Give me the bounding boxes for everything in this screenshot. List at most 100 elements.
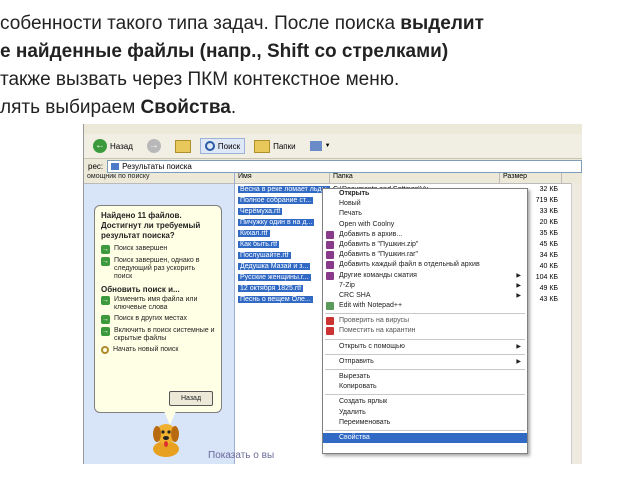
menu-item-icon	[326, 317, 334, 326]
menu-item[interactable]: Свойства	[323, 432, 527, 444]
toolbar: ← Назад → Поиск Папки ▼	[84, 134, 582, 159]
search-dog-icon	[153, 424, 179, 457]
submenu-arrow-icon: ▶	[516, 343, 521, 350]
green-arrow-icon: →	[101, 257, 110, 266]
column-headers: Имя Папка Размер	[235, 173, 582, 184]
column-folder[interactable]: Папка	[330, 173, 500, 183]
menu-item-label: CRC SHA	[339, 291, 371, 299]
menu-item-label: Добавить в "Пушкин.zip"	[339, 240, 419, 248]
menu-item[interactable]: Печать	[323, 209, 527, 219]
file-name: Русские женщины.r...	[238, 274, 311, 281]
option-search-complete-faster[interactable]: → Поиск завершен, однако в следующий раз …	[101, 257, 215, 281]
option-new-search[interactable]: Начать новый поиск	[101, 346, 215, 354]
menu-item[interactable]: Открыть с помощью ▶	[323, 342, 527, 352]
option-search-complete[interactable]: → Поиск завершен	[101, 245, 215, 254]
menu-item[interactable]: Вырезать	[323, 372, 527, 382]
slide-text: собенности такого типа задач. После поис…	[0, 10, 640, 122]
menu-item-label: Edit with Notepad++	[339, 302, 403, 310]
menu-separator	[325, 338, 525, 340]
menu-item-label: Отправить	[339, 357, 374, 365]
menu-item[interactable]: Open with Coolny	[323, 220, 527, 230]
menu-item-label: Свойства	[339, 433, 370, 441]
back-button[interactable]: ← Назад	[88, 136, 138, 156]
menu-item[interactable]: Удалить	[323, 408, 527, 418]
menu-item[interactable]: Добавить в "Пушкин.zip"	[323, 240, 527, 250]
up-folder-button[interactable]	[170, 137, 196, 156]
menu-item-label: Вырезать	[339, 373, 371, 380]
menu-item[interactable]: Открыть	[323, 189, 527, 199]
menu-item-label: Open with Coolny	[339, 220, 395, 228]
menu-item-label: Поместить на карантин	[339, 327, 416, 335]
option-include-hidden[interactable]: → Включить в поиск системные и скрытые фа…	[101, 327, 215, 343]
slide-line-3: также вызвать через ПКМ контекстное меню…	[0, 69, 400, 90]
file-name-cell: Как быть.rtf	[235, 241, 330, 248]
menu-item-icon	[326, 302, 334, 311]
menu-item-icon	[326, 251, 334, 260]
menu-item[interactable]: Проверить на вирусы	[323, 316, 527, 326]
menu-separator	[325, 429, 525, 431]
file-name: Пичужку один в на д...	[238, 219, 315, 226]
folders-button[interactable]: Папки	[249, 137, 301, 156]
menu-item[interactable]: Добавить в архив...	[323, 230, 527, 240]
address-bar: рес: Результаты поиска	[84, 159, 582, 174]
forward-button[interactable]: →	[142, 136, 166, 156]
menu-item[interactable]: Добавить в "Пушкин.rar"	[323, 250, 527, 260]
menu-item[interactable]: Поместить на карантин	[323, 326, 527, 336]
menu-item-icon	[326, 261, 334, 270]
menu-item[interactable]: CRC SHA ▶	[323, 291, 527, 301]
menu-separator	[325, 313, 525, 315]
menu-item[interactable]: Новый	[323, 199, 527, 209]
file-name-cell: 12 октября 1825.rtf	[235, 285, 330, 292]
companion-back-button[interactable]: Назад	[169, 391, 213, 406]
menu-item[interactable]: Переименовать	[323, 418, 527, 428]
menu-item[interactable]: Отправить ▶	[323, 357, 527, 367]
submenu-arrow-icon: ▶	[516, 358, 521, 365]
column-name[interactable]: Имя	[235, 173, 330, 183]
column-size[interactable]: Размер	[500, 173, 562, 183]
menu-item[interactable]: Копировать	[323, 382, 527, 392]
file-name: Дедушка Мазай и з...	[238, 263, 311, 270]
menu-bar	[84, 124, 582, 134]
search-button[interactable]: Поиск	[199, 138, 246, 154]
address-field[interactable]: Результаты поиска	[107, 159, 582, 173]
found-message: Найдено 11 файлов. Достигнут ли требуемы…	[101, 211, 201, 240]
file-name-cell: Весна в реке ломает льды...	[235, 186, 330, 193]
menu-item[interactable]: Добавить каждый файл в отдельный архив	[323, 260, 527, 270]
green-arrow-icon: →	[101, 327, 110, 336]
slide-line-4: лять выбираем Свойства.	[0, 97, 237, 118]
views-button[interactable]: ▼	[305, 138, 336, 154]
context-menu: Открыть Новый Печать Open with Coolny Добави…	[322, 188, 528, 454]
vertical-scrollbar[interactable]	[571, 183, 582, 464]
menu-item-label: Открыть	[339, 190, 370, 197]
menu-item[interactable]: Создать ярлык	[323, 397, 527, 407]
file-name: Кихал.rtf	[238, 230, 270, 237]
folders-icon	[254, 139, 271, 153]
submenu-arrow-icon: ▶	[516, 292, 521, 299]
file-name: Как быть.rtf	[238, 241, 280, 248]
menu-item-label: 7-Zip	[339, 281, 355, 289]
menu-separator	[325, 394, 525, 396]
file-name-cell: Послушайте.rtf	[235, 252, 330, 259]
menu-item-label: Создать ярлык	[339, 398, 388, 406]
forward-arrow-icon: →	[146, 139, 161, 153]
menu-item-label: Открыть с помощью	[339, 342, 405, 350]
menu-item-label: Копировать	[339, 383, 377, 391]
search-icon	[204, 141, 215, 151]
option-other-locations[interactable]: → Поиск в других местах	[101, 315, 215, 324]
menu-item-label: Удалить	[339, 408, 366, 416]
menu-item[interactable]: 7-Zip ▶	[323, 281, 527, 291]
menu-item[interactable]: Другие команды сжатия ▶	[323, 271, 527, 281]
file-name-cell: Дедушка Мазай и з...	[235, 263, 330, 270]
file-name-cell: Черёмуха.rtf	[235, 208, 330, 215]
submenu-arrow-icon: ▶	[516, 282, 521, 289]
file-name-cell: Русские женщины.r...	[235, 274, 330, 281]
magnifier-icon	[101, 346, 109, 354]
folder-up-icon	[174, 139, 191, 153]
slide-line-1: собенности такого типа задач. После поис…	[0, 13, 484, 34]
menu-item[interactable]: Edit with Notepad++	[323, 301, 527, 311]
refine-title: Обновить поиск и...	[101, 285, 180, 294]
menu-item-icon	[326, 327, 334, 336]
file-name-cell: Пичужку один в на д...	[235, 219, 330, 226]
option-change-name[interactable]: → Изменить имя файла или ключевые слова	[101, 296, 215, 312]
file-name: Песнь о вещем Оле...	[238, 296, 313, 303]
